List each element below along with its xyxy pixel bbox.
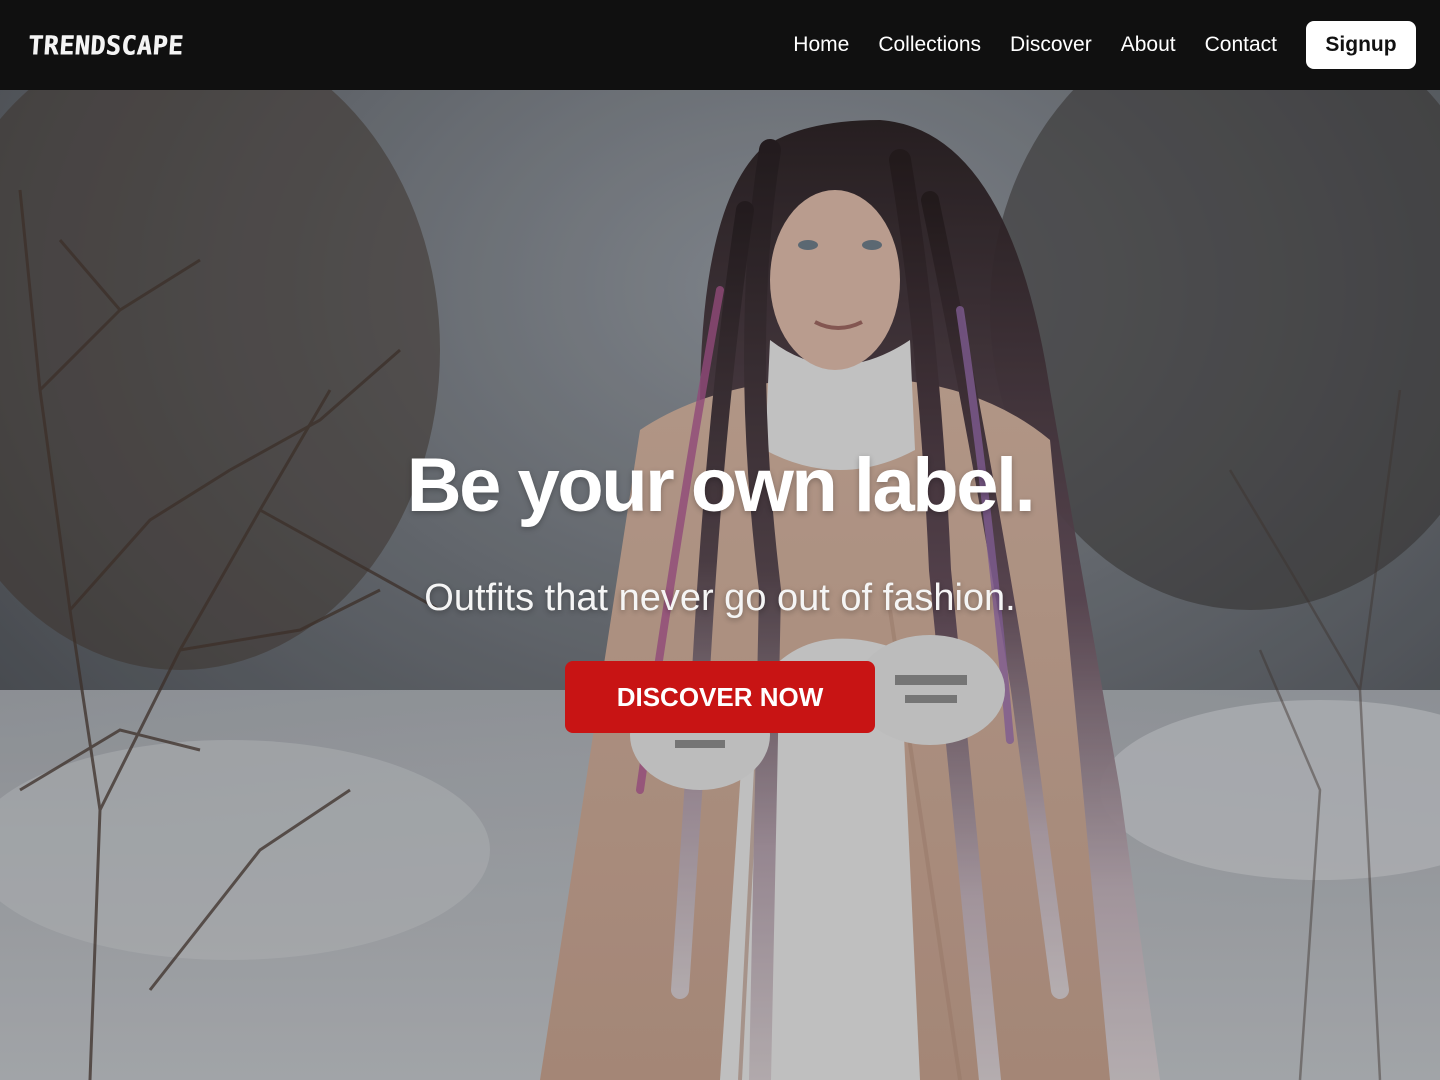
signup-button[interactable]: Signup bbox=[1306, 21, 1416, 69]
nav-link-home[interactable]: Home bbox=[793, 33, 849, 57]
nav-link-discover[interactable]: Discover bbox=[1010, 33, 1092, 57]
nav-link-about[interactable]: About bbox=[1121, 33, 1176, 57]
hero-subtitle: Outfits that never go out of fashion. bbox=[424, 577, 1016, 619]
brand-logo[interactable]: TRENDSCAPE bbox=[27, 30, 185, 60]
hero-content: Be your own label. Outfits that never go… bbox=[0, 442, 1440, 733]
nav-link-collections[interactable]: Collections bbox=[878, 33, 981, 57]
navbar: TRENDSCAPE Home Collections Discover Abo… bbox=[0, 0, 1440, 90]
nav-link-contact[interactable]: Contact bbox=[1205, 33, 1277, 57]
hero-section: Be your own label. Outfits that never go… bbox=[0, 90, 1440, 1080]
hero-title: Be your own label. bbox=[406, 443, 1036, 528]
discover-now-button[interactable]: DISCOVER NOW bbox=[565, 661, 875, 733]
nav-links: Home Collections Discover About Contact … bbox=[793, 21, 1416, 69]
